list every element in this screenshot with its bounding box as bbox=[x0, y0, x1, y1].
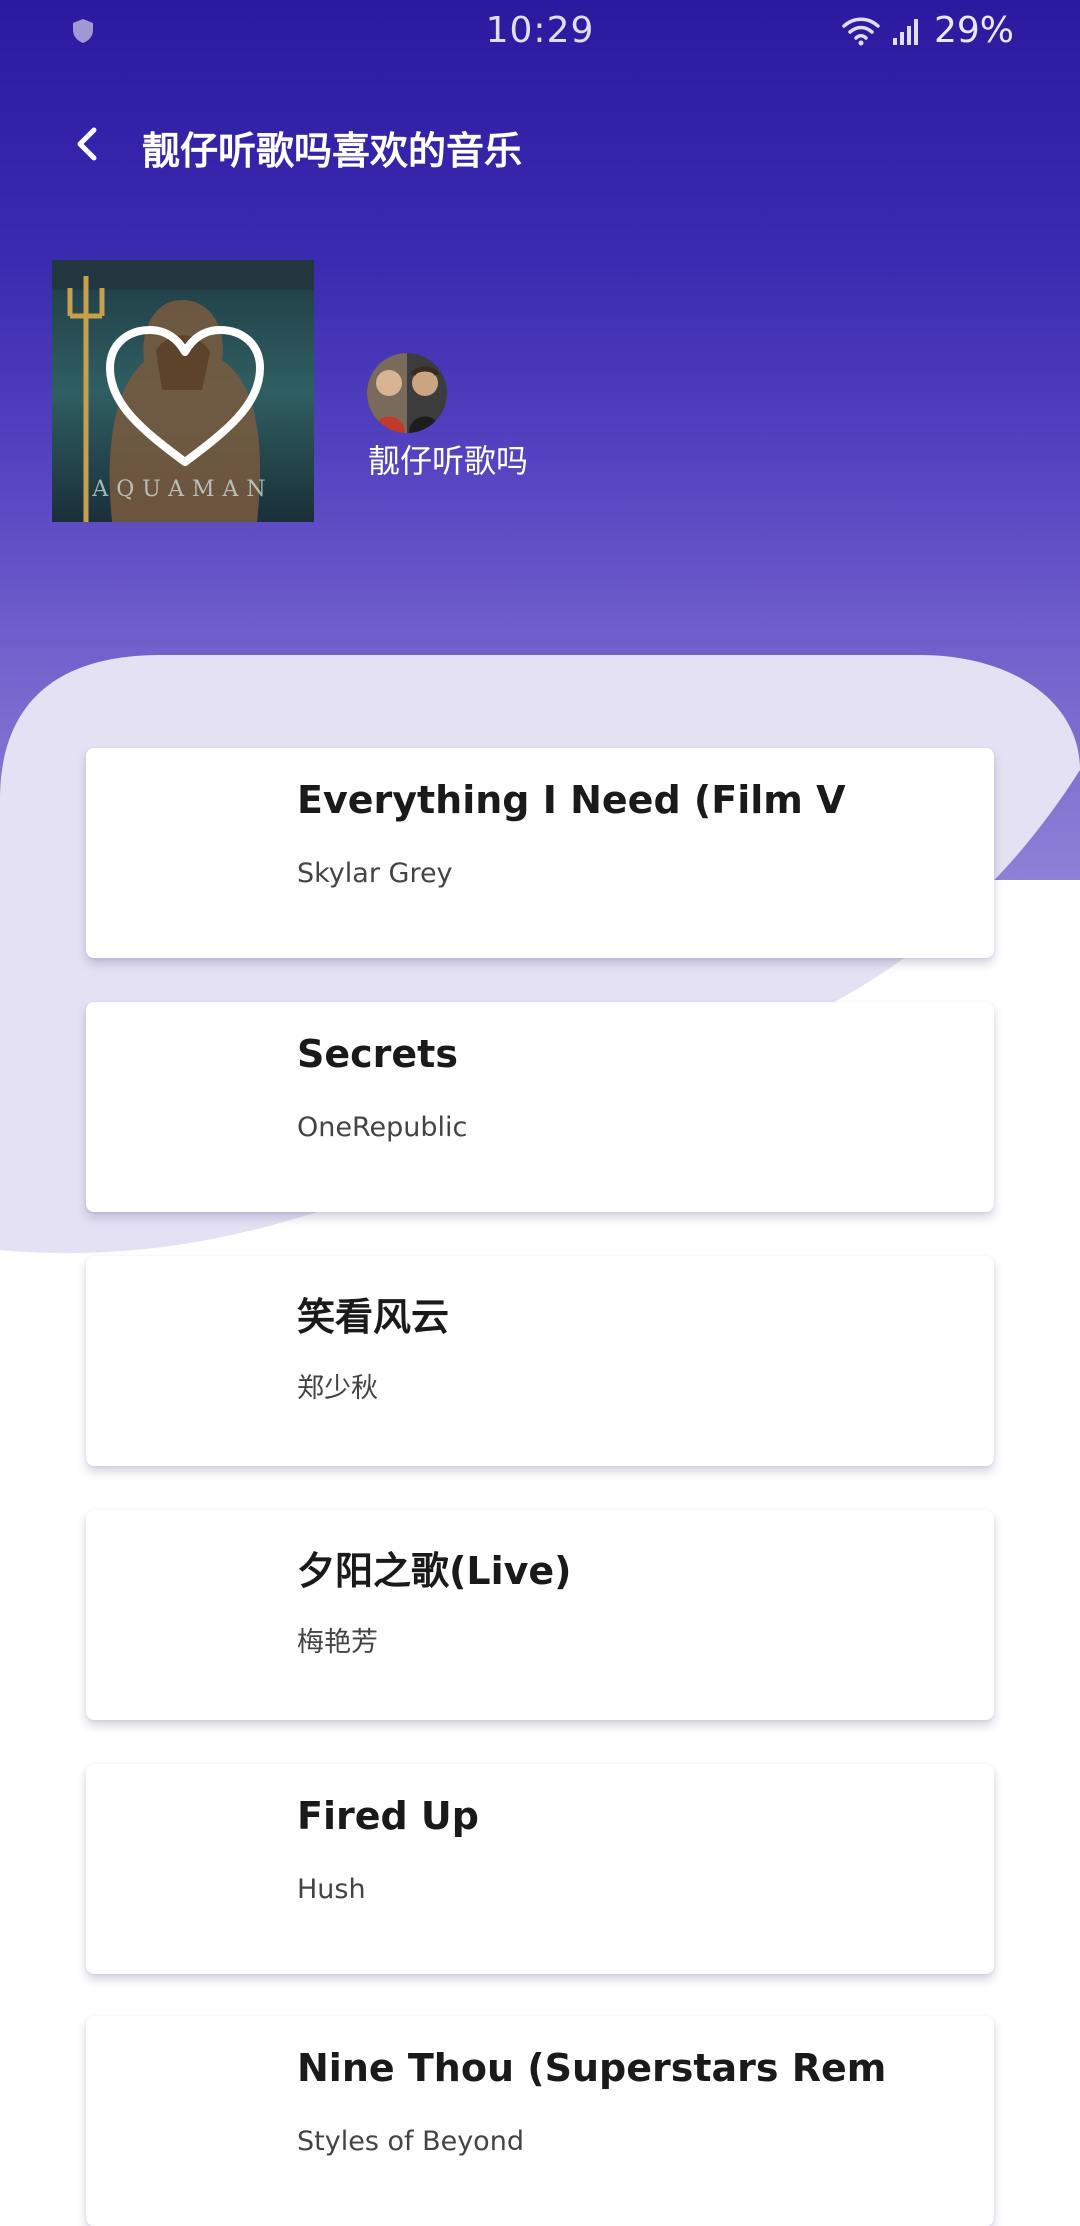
back-button[interactable] bbox=[58, 118, 114, 174]
song-artist: OneRepublic bbox=[297, 1112, 468, 1143]
heart-icon bbox=[102, 322, 268, 470]
status-indicators: 29% bbox=[842, 10, 1014, 51]
song-artist: Styles of Beyond bbox=[297, 2126, 524, 2157]
avatar[interactable] bbox=[367, 353, 447, 433]
song-title: Everything I Need (Film V bbox=[297, 778, 846, 822]
signal-icon bbox=[892, 16, 922, 46]
song-artist: Skylar Grey bbox=[297, 858, 453, 889]
song-item[interactable]: Everything I Need (Film V Skylar Grey bbox=[86, 748, 994, 958]
status-bar: 10:29 29% bbox=[0, 0, 1080, 66]
song-artist: 郑少秋 bbox=[297, 1373, 378, 1404]
chevron-left-icon bbox=[72, 124, 100, 168]
owner-name[interactable]: 靓仔听歌吗 bbox=[368, 436, 528, 482]
song-item[interactable]: Fired Up Hush bbox=[86, 1764, 994, 1974]
song-title: 笑看风云 bbox=[297, 1295, 450, 1339]
song-item[interactable]: Nine Thou (Superstars Rem Styles of Beyo… bbox=[86, 2016, 994, 2226]
playlist-cover[interactable]: AQUAMAN bbox=[52, 260, 314, 522]
song-item[interactable]: Secrets OneRepublic bbox=[86, 1002, 994, 1212]
song-title: Secrets bbox=[297, 1032, 458, 1076]
song-item[interactable]: 夕阳之歌(Live) 梅艳芳 bbox=[86, 1510, 994, 1720]
page-title: 靓仔听歌吗喜欢的音乐 bbox=[142, 129, 523, 173]
wifi-icon bbox=[842, 16, 880, 46]
song-artist: 梅艳芳 bbox=[297, 1627, 378, 1658]
song-item[interactable]: 笑看风云 郑少秋 bbox=[86, 1256, 994, 1466]
song-title: Fired Up bbox=[297, 1794, 479, 1838]
song-title: 夕阳之歌(Live) bbox=[297, 1549, 572, 1593]
battery-level: 29% bbox=[933, 10, 1014, 51]
song-artist: Hush bbox=[297, 1874, 366, 1905]
cover-text: AQUAMAN bbox=[91, 477, 273, 502]
song-title: Nine Thou (Superstars Rem bbox=[297, 2046, 887, 2090]
